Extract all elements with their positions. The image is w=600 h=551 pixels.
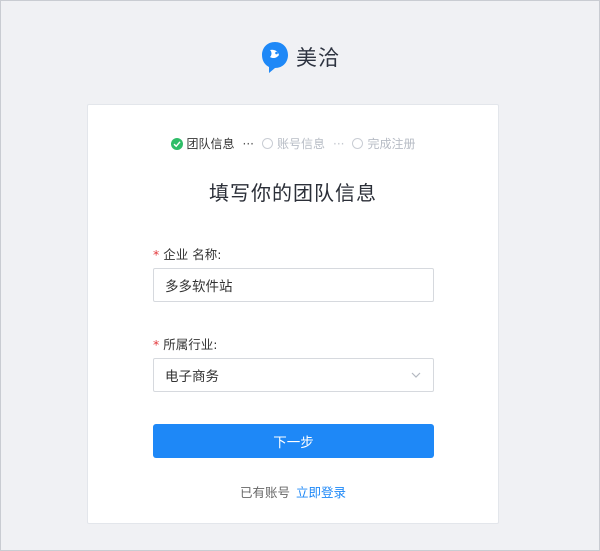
step-finish: 完成注册 [352, 135, 415, 152]
step-account-info: 账号信息 [261, 135, 325, 152]
form-title: 填写你的团队信息 [209, 181, 377, 205]
step-separator: ··· [242, 136, 254, 151]
login-prompt-text: 已有账号 [239, 485, 290, 500]
empty-circle-icon [261, 138, 273, 149]
step-label: 完成注册 [367, 137, 416, 151]
industry-select[interactable]: 电子商务 [153, 358, 434, 392]
company-name-input[interactable]: 多多软件站 [153, 268, 434, 302]
check-circle-icon [170, 137, 183, 150]
company-name-label: * 企业 名称: [153, 244, 221, 263]
brand-header: 美洽 [0, 40, 600, 74]
step-label: 账号信息 [276, 137, 325, 151]
company-name-label-text: 企业 名称: [163, 247, 222, 262]
required-mark: * [153, 247, 160, 262]
industry-value: 电子商务 [165, 369, 219, 385]
required-mark: * [153, 337, 160, 352]
company-name-value: 多多软件站 [165, 279, 233, 295]
chevron-down-icon [410, 369, 422, 385]
industry-label-text: 所属行业: [163, 337, 218, 352]
next-step-button[interactable]: 下一步 [153, 424, 434, 458]
industry-label: * 所属行业: [153, 334, 217, 353]
chat-bird-logo-icon [260, 40, 290, 74]
step-label: 团队信息 [186, 137, 235, 151]
brand-name: 美洽 [296, 46, 340, 70]
login-link[interactable]: 立即登录 [296, 485, 346, 500]
login-prompt: 已有账号 立即登录 [88, 482, 498, 501]
empty-circle-icon [352, 138, 364, 149]
step-indicator: 团队信息 ··· 账号信息 ··· 完成注册 [88, 135, 498, 152]
registration-card: 团队信息 ··· 账号信息 ··· 完成注册 填写你的团队信息 * 企业 名称: … [87, 104, 499, 524]
step-team-info: 团队信息 [170, 135, 235, 152]
step-separator: ··· [333, 136, 345, 151]
